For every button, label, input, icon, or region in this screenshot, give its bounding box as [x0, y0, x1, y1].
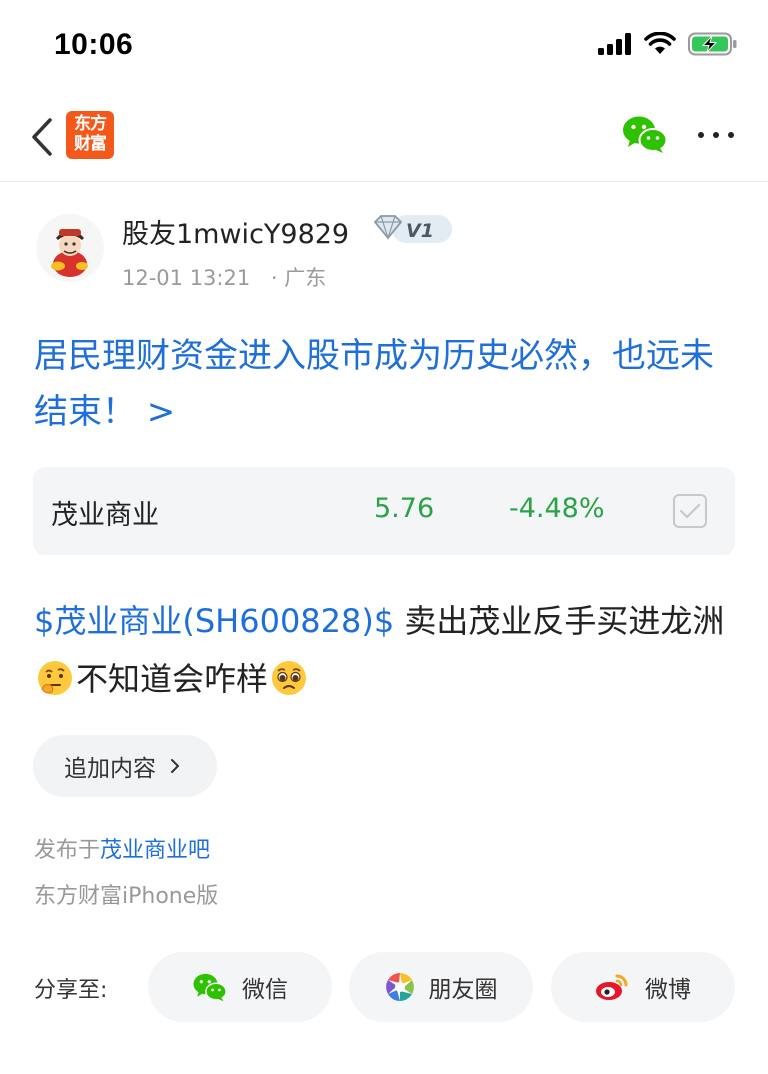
status-bar: 10:06: [0, 0, 768, 92]
vip-level-text: V1: [406, 220, 434, 242]
chevron-left-icon: [32, 118, 52, 156]
author-name[interactable]: 股友1mwicY9829: [122, 212, 349, 251]
cellular-signal-icon: [598, 33, 632, 59]
forum-link[interactable]: 茂业商业吧: [100, 838, 210, 863]
stock-change: -4.48%: [509, 493, 605, 524]
post-title-link[interactable]: 居民理财资金进入股市成为历史必然，也远未结束！ >: [34, 328, 744, 440]
share-label: 分享至:: [34, 978, 108, 1003]
post-date: 12-01 13:21: [122, 266, 251, 290]
wechat-share-icon[interactable]: [622, 114, 668, 154]
share-moments-button[interactable]: 朋友圈: [349, 952, 533, 1022]
post-location: · 广东: [270, 266, 327, 290]
app-logo[interactable]: 东方 财富: [66, 111, 114, 159]
logo-text-bottom: 财富: [74, 134, 107, 154]
more-dot-icon: [698, 132, 704, 138]
client-info: 东方财富iPhone版: [34, 884, 219, 909]
nav-bar: 东方 财富: [0, 92, 768, 182]
share-wechat-label: 微信: [242, 977, 288, 1003]
wifi-icon: [644, 31, 676, 60]
wechat-icon: [193, 973, 227, 1002]
logo-text-top: 东方: [74, 114, 107, 134]
weibo-icon: [596, 974, 628, 1000]
check-icon: [679, 503, 701, 519]
add-watchlist-checkbox[interactable]: [673, 494, 707, 528]
moments-icon: [385, 973, 414, 1001]
status-time: 10:06: [54, 28, 134, 61]
vip-level-badge: V1: [372, 212, 454, 246]
add-content-label: 追加内容: [64, 756, 156, 782]
more-options-button[interactable]: [698, 122, 734, 148]
author-avatar[interactable]: [36, 214, 104, 282]
post-body-text: 卖出茂业反手买进龙洲: [394, 602, 725, 640]
add-content-button[interactable]: 追加内容: [33, 735, 217, 797]
more-dot-icon: [728, 132, 734, 138]
stock-tag-link[interactable]: $茂业商业(SH600828)$: [34, 602, 394, 640]
stock-name: 茂业商业: [51, 500, 159, 531]
stock-price: 5.76: [374, 493, 435, 524]
thinking-face-icon: [38, 661, 72, 695]
stock-card[interactable]: 茂业商业 5.76 -4.48%: [33, 467, 735, 555]
post-body-text-2: 不知道会咋样: [76, 660, 269, 698]
publish-info: 发布于茂业商业吧: [34, 832, 210, 864]
post-body: $茂业商业(SH600828)$ 卖出茂业反手买进龙洲 不知道会咋样: [34, 592, 744, 708]
share-wechat-button[interactable]: 微信: [148, 952, 332, 1022]
more-dot-icon: [713, 132, 719, 138]
share-weibo-label: 微博: [645, 977, 691, 1003]
chevron-right-icon: [171, 759, 179, 773]
pleading-face-icon: [272, 661, 307, 695]
status-icons: [598, 31, 738, 60]
post-meta: 12-01 13:21 · 广东: [122, 262, 326, 292]
share-moments-label: 朋友圈: [428, 977, 498, 1003]
publish-prefix: 发布于: [34, 838, 101, 863]
share-weibo-button[interactable]: 微博: [551, 952, 735, 1022]
back-button[interactable]: [24, 112, 60, 162]
battery-charging-icon: [688, 32, 738, 60]
